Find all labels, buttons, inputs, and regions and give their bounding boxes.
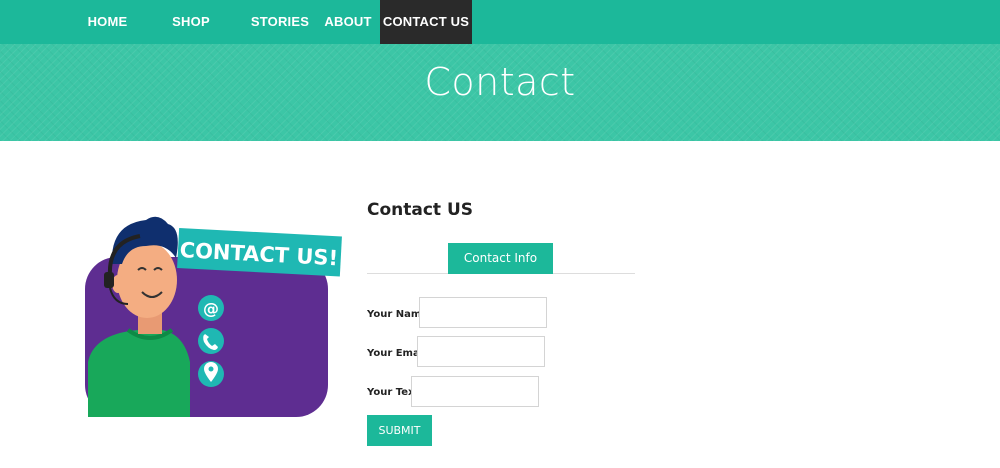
at-sign-icon: @ — [198, 295, 224, 321]
nav-item-home[interactable]: HOME — [80, 0, 135, 44]
contact-illustration: CONTACT US! @ — [85, 216, 342, 417]
location-pin-icon — [198, 361, 224, 387]
tab-contact-info[interactable]: Contact Info — [448, 243, 553, 274]
page-banner: Contact — [0, 44, 1000, 141]
svg-text:@: @ — [203, 299, 219, 318]
submit-button[interactable]: SUBMIT — [367, 415, 432, 446]
email-field[interactable] — [417, 336, 545, 367]
name-field[interactable] — [419, 297, 547, 328]
contact-us-badge: CONTACT US! — [177, 227, 342, 277]
nav-item-shop-medicine[interactable]: SHOP MEDICINE — [143, 0, 239, 73]
nav-item-contact-us[interactable]: CONTACT US — [380, 0, 472, 44]
phone-icon — [198, 328, 224, 354]
text-field[interactable] — [411, 376, 539, 407]
page-title: Contact — [424, 60, 576, 104]
nav-item-about[interactable]: ABOUT — [322, 0, 374, 44]
top-navigation: HOME SHOP MEDICINE STORIES ABOUT CONTACT… — [0, 0, 1000, 73]
contact-section-title: Contact US — [367, 200, 474, 220]
nav-item-stories[interactable]: STORIES — [250, 0, 310, 44]
